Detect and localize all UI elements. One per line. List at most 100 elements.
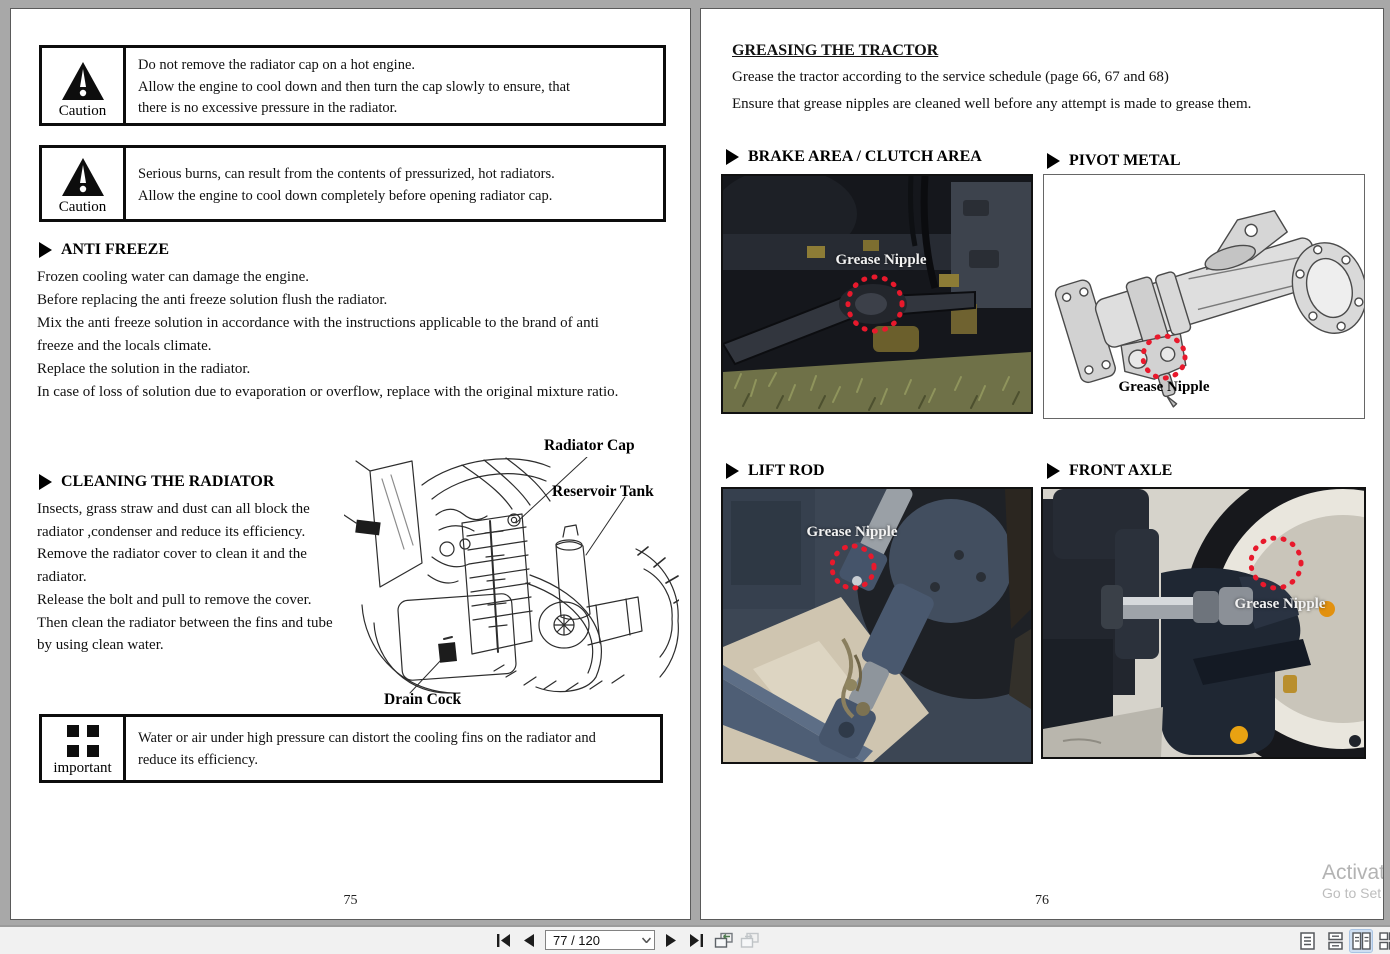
page-75: Caution Do not remove the radiator cap o… bbox=[10, 8, 691, 920]
page-dropdown-button[interactable] bbox=[638, 931, 654, 949]
grease-nipple-marker bbox=[829, 543, 877, 591]
caution-line: Allow the engine to cool down and then t… bbox=[138, 78, 571, 95]
figure-label-drain-cock: Drain Cock bbox=[384, 691, 462, 708]
heading-text: FRONT AXLE bbox=[1069, 462, 1173, 479]
grease-nipple-label: Grease Nipple bbox=[1234, 596, 1326, 612]
document-canvas[interactable]: Caution Do not remove the radiator cap o… bbox=[0, 0, 1390, 925]
caution-label: Caution bbox=[58, 199, 107, 215]
previous-view-icon bbox=[714, 932, 733, 948]
body-line: radiator. bbox=[37, 569, 87, 586]
facing-continuous-icon bbox=[1378, 932, 1390, 950]
body-line: Then clean the radiator between the fins… bbox=[37, 614, 333, 631]
arrow-bullet-icon bbox=[1047, 153, 1060, 169]
anti-freeze-paragraph: Frozen cooling water can damage the engi… bbox=[37, 266, 618, 404]
body-line: freeze and the locals climate. bbox=[37, 338, 212, 354]
single-page-view-button[interactable] bbox=[1296, 930, 1318, 952]
next-page-button[interactable] bbox=[661, 930, 681, 950]
intro-line: Grease the tractor according to the serv… bbox=[732, 69, 1169, 85]
body-line: Replace the solution in the radiator. bbox=[37, 361, 251, 377]
intro-line: Ensure that grease nipples are cleaned w… bbox=[732, 96, 1252, 112]
heading-lift-rod: LIFT ROD bbox=[726, 462, 825, 480]
grease-nipple-marker bbox=[1248, 535, 1304, 591]
figure-label-radiator-cap: Radiator Cap bbox=[544, 437, 635, 454]
important-label: important bbox=[53, 760, 112, 776]
photo-lift-rod: Grease Nipple bbox=[721, 487, 1033, 764]
facing-pages-view-button[interactable] bbox=[1349, 929, 1373, 953]
caution-icon-cell: Caution bbox=[42, 48, 126, 123]
important-line: reduce its efficiency. bbox=[138, 751, 258, 768]
body-line: Release the bolt and pull to remove the … bbox=[37, 591, 312, 608]
important-cross-icon bbox=[66, 725, 99, 757]
caution-box-1: Caution Do not remove the radiator cap o… bbox=[39, 45, 666, 126]
continuous-pages-icon bbox=[1327, 932, 1343, 950]
heading-cleaning-radiator: CLEANING THE RADIATOR bbox=[39, 473, 274, 491]
previous-page-button[interactable] bbox=[519, 930, 539, 950]
body-line: Remove the radiator cover to clean it an… bbox=[37, 546, 307, 563]
figure-label-reservoir-tank: Reservoir Tank bbox=[552, 483, 654, 500]
body-line: Mix the anti freeze solution in accordan… bbox=[37, 315, 599, 331]
heading-text: BRAKE AREA / CLUTCH AREA bbox=[748, 148, 982, 165]
photo-brake-clutch-area: Grease Nipple bbox=[721, 174, 1033, 414]
body-line: Insects, grass straw and dust can all bl… bbox=[37, 501, 310, 517]
caution-line: there is no excessive pressure in the ra… bbox=[138, 100, 398, 116]
grease-nipple-label: Grease Nipple bbox=[806, 524, 898, 540]
caution-label: Caution bbox=[58, 103, 107, 119]
page-number-box bbox=[545, 930, 655, 950]
facing-pages-icon bbox=[1351, 932, 1371, 950]
cleaning-paragraph: Insects, grass straw and dust can all bl… bbox=[37, 498, 333, 657]
warning-triangle-icon bbox=[61, 158, 104, 196]
caution-text: Do not remove the radiator cap on a hot … bbox=[126, 48, 582, 123]
heading-front-axle: FRONT AXLE bbox=[1047, 462, 1172, 480]
page-number-76: 76 bbox=[1035, 893, 1049, 908]
watermark-line2: Go to Set bbox=[1322, 885, 1382, 901]
body-line: Frozen cooling water can damage the engi… bbox=[37, 269, 309, 285]
arrow-bullet-icon bbox=[1047, 463, 1060, 479]
important-line: Water or air under high pressure can dis… bbox=[138, 730, 596, 746]
caution-line: Allow the engine to cool down completely… bbox=[138, 187, 553, 204]
previous-view-button[interactable] bbox=[712, 930, 736, 950]
single-page-icon bbox=[1299, 932, 1315, 950]
heading-pivot-metal: PIVOT METAL bbox=[1047, 152, 1181, 170]
first-page-button[interactable] bbox=[494, 930, 514, 950]
heading-text: PIVOT METAL bbox=[1069, 152, 1181, 169]
caution-icon-cell: Caution bbox=[42, 148, 126, 219]
grease-nipple-label: Grease Nipple bbox=[835, 252, 927, 268]
important-icon-cell: important bbox=[42, 717, 126, 780]
drawing-pivot-metal: Grease Nipple bbox=[1043, 174, 1365, 419]
page-number-input[interactable] bbox=[546, 932, 638, 948]
page-76: GREASING THE TRACTOR Grease the tractor … bbox=[700, 8, 1384, 920]
arrow-bullet-icon bbox=[39, 242, 52, 258]
body-line: Before replacing the anti freeze solutio… bbox=[37, 292, 388, 308]
heading-text: ANTI FREEZE bbox=[61, 241, 170, 258]
body-line: In case of loss of solution due to evapo… bbox=[37, 384, 619, 400]
heading-text: LIFT ROD bbox=[748, 462, 825, 479]
body-line: radiator ,condenser and reduce its effic… bbox=[37, 523, 306, 540]
caution-text: Serious burns, can result from the conte… bbox=[126, 148, 567, 219]
next-view-icon bbox=[740, 932, 759, 948]
front-axle-photo-art bbox=[1043, 489, 1364, 757]
page-number-75: 75 bbox=[343, 893, 358, 908]
windows-activation-watermark: Activat Go to Set bbox=[1322, 861, 1384, 901]
viewer-toolbar bbox=[0, 925, 1390, 954]
important-box: important Water or air under high pressu… bbox=[39, 714, 663, 783]
important-text: Water or air under high pressure can dis… bbox=[126, 717, 608, 780]
caution-line: Serious burns, can result from the conte… bbox=[138, 166, 555, 182]
grease-nipple-label: Grease Nipple bbox=[1118, 379, 1210, 395]
photo-front-axle: Grease Nipple bbox=[1041, 487, 1366, 759]
arrow-bullet-icon bbox=[726, 149, 739, 165]
arrow-bullet-icon bbox=[726, 463, 739, 479]
next-view-button[interactable] bbox=[738, 930, 762, 950]
chevron-down-icon bbox=[641, 937, 651, 943]
caution-box-2: Caution Serious burns, can result from t… bbox=[39, 145, 666, 222]
body-line: by using clean water. bbox=[37, 637, 164, 654]
facing-continuous-view-button[interactable] bbox=[1377, 930, 1390, 952]
last-page-button[interactable] bbox=[686, 930, 706, 950]
watermark-line1: Activat bbox=[1322, 861, 1384, 884]
heading-brake-clutch-area: BRAKE AREA / CLUTCH AREA bbox=[726, 148, 982, 166]
continuous-view-button[interactable] bbox=[1324, 930, 1346, 952]
grease-nipple-marker bbox=[845, 274, 905, 334]
arrow-bullet-icon bbox=[39, 474, 52, 490]
heading-anti-freeze: ANTI FREEZE bbox=[39, 241, 169, 259]
heading-greasing-the-tractor: GREASING THE TRACTOR bbox=[732, 42, 939, 59]
caution-line: Do not remove the radiator cap on a hot … bbox=[138, 57, 416, 73]
